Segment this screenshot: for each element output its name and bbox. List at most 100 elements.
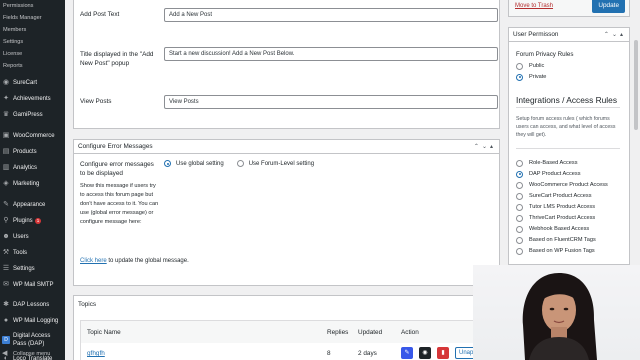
- delete-topic-button[interactable]: ▮: [437, 347, 449, 359]
- sidebar-item-label: Users: [13, 234, 29, 240]
- collapse-menu-label: Collapse menu: [13, 351, 51, 357]
- toggle-panel-icon[interactable]: ▴: [490, 144, 496, 150]
- sidebar-item-settings[interactable]: ☰ Settings: [0, 261, 65, 277]
- sidebar-item-label: Achievements: [13, 96, 51, 102]
- privacy-option-private[interactable]: Private: [516, 72, 546, 82]
- radio-thrivecart[interactable]: [516, 214, 523, 222]
- access-option-fluentcrm[interactable]: Based on FluentCRM Tags: [516, 235, 596, 245]
- use-forum-level-setting-radio[interactable]: [236, 160, 244, 167]
- sidebar-item-woocommerce[interactable]: ▣ WooCommerce: [0, 128, 65, 144]
- move-to-trash-link[interactable]: Move to Trash: [515, 3, 553, 9]
- access-option-wp-fusion[interactable]: Based on WP Fusion Tags: [516, 246, 595, 256]
- panel-controls[interactable]: ⌃⌄▴: [474, 140, 496, 154]
- radio-surecart[interactable]: [516, 192, 523, 200]
- error-messages-title: Configure Error Messages: [78, 143, 153, 150]
- sidebar-item-users[interactable]: ☻ Users: [0, 229, 65, 245]
- submenu: Permissions Fields Manager Members Setti…: [0, 0, 65, 72]
- sidebar-item-label: Digital Access Pass (DAP): [13, 333, 51, 347]
- sidebar-item-products[interactable]: ▤ Products: [0, 144, 65, 160]
- radio-fluentcrm[interactable]: [516, 236, 523, 244]
- sidebar-item-label: WP Mail SMTP: [13, 282, 54, 288]
- trash-icon: ▮: [441, 350, 445, 356]
- submenu-item-reports[interactable]: Reports: [0, 60, 65, 72]
- submenu-item-permissions[interactable]: Permissions: [0, 0, 65, 12]
- view-posts-input[interactable]: View Posts: [164, 95, 498, 109]
- radio-wp-fusion[interactable]: [516, 247, 523, 255]
- topic-name-link[interactable]: gfhgfh: [87, 350, 105, 357]
- sidebar-item-wp-mail-logging[interactable]: ● WP Mail Logging: [0, 313, 65, 329]
- pencil-icon: ✎: [404, 350, 410, 356]
- submenu-item-fields-manager[interactable]: Fields Manager: [0, 12, 65, 24]
- sidebar-item-marketing[interactable]: ◈ Marketing: [0, 176, 65, 192]
- error-messages-header: Configure Error Messages ⌃⌄▴: [74, 140, 499, 154]
- move-up-icon[interactable]: ⌃: [474, 144, 482, 150]
- update-button[interactable]: Update: [592, 0, 625, 13]
- view-topic-button[interactable]: ◉: [419, 347, 431, 359]
- sidebar-item-dap-lessons[interactable]: ✱ DAP Lessons: [0, 297, 65, 313]
- access-option-label: DAP Product Access: [529, 171, 581, 177]
- submenu-item-settings[interactable]: Settings: [0, 36, 65, 48]
- radio-webhook[interactable]: [516, 225, 523, 233]
- radio-woocommerce[interactable]: [516, 181, 523, 189]
- click-here-link[interactable]: Click here: [80, 258, 107, 264]
- access-option-tutor-lms[interactable]: Tutor LMS Product Access: [516, 202, 595, 212]
- radio-tutor-lms[interactable]: [516, 203, 523, 211]
- page-scrollbar[interactable]: [632, 0, 640, 265]
- sidebar-item-surecart[interactable]: ◉ SureCart: [0, 75, 65, 91]
- access-option-label: Tutor LMS Product Access: [529, 204, 596, 210]
- access-option-webhook[interactable]: Webhook Based Access: [516, 224, 589, 234]
- sidebar-item-plugins[interactable]: ⚲ Plugins 1: [0, 213, 65, 229]
- submenu-item-license[interactable]: License: [0, 48, 65, 60]
- sidebar-item-wp-mail-smtp[interactable]: ✉ WP Mail SMTP: [0, 277, 65, 293]
- access-option-role-based[interactable]: Role-Based Access: [516, 158, 578, 168]
- forum-settings-panel: Add Post Text Add a New Post Title displ…: [73, 0, 500, 129]
- plugins-icon: ⚲: [3, 217, 9, 224]
- sidebar-item-achievements[interactable]: ✦ Achievements: [0, 91, 65, 107]
- sidebar-item-label: Settings: [13, 266, 35, 272]
- access-option-dap-product[interactable]: DAP Product Access: [516, 169, 581, 179]
- radio-dap-product[interactable]: [516, 170, 523, 178]
- global-message-link-row: Click here to update the global message.: [80, 258, 189, 264]
- sidebar-item-label: Marketing: [13, 181, 40, 187]
- integrations-divider-2: [516, 148, 620, 149]
- column-replies: Replies: [327, 329, 349, 336]
- sidebar-item-tools[interactable]: ⚒ Tools: [0, 245, 65, 261]
- plugins-update-badge: 1: [34, 218, 42, 224]
- add-new-post-title-input[interactable]: Start a new discussion! Add a New Post B…: [164, 47, 498, 61]
- collapse-menu-button[interactable]: ◀ Collapse menu: [0, 348, 50, 360]
- submenu-item-members[interactable]: Members: [0, 24, 65, 36]
- toggle-panel-icon[interactable]: ▴: [620, 32, 626, 38]
- use-global-setting-radio[interactable]: [164, 160, 171, 167]
- radio-public[interactable]: [516, 62, 523, 70]
- sidebar-item-label: GamiPress: [13, 112, 43, 118]
- collapse-icon: ◀: [2, 350, 8, 357]
- access-option-surecart[interactable]: SureCart Product Access: [516, 191, 592, 201]
- radio-private[interactable]: [516, 73, 523, 81]
- sidebar-item-appearance[interactable]: ✎ Appearance: [0, 197, 65, 213]
- edit-topic-button[interactable]: ✎: [401, 347, 413, 359]
- privacy-option-label: Public: [529, 63, 545, 69]
- move-down-icon[interactable]: ⌄: [612, 32, 620, 38]
- radio-role-based[interactable]: [516, 159, 523, 167]
- privacy-option-public[interactable]: Public: [516, 61, 544, 71]
- topics-header: Topics: [74, 296, 499, 314]
- user-permission-header: User Permisson ⌃⌄▴: [509, 28, 629, 42]
- move-down-icon[interactable]: ⌄: [482, 144, 490, 150]
- topics-table: Topic Name Replies Updated Action gfhgfh…: [80, 320, 493, 360]
- sidebar-item-analytics[interactable]: ▥ Analytics: [0, 160, 65, 176]
- access-option-label: Webhook Based Access: [529, 226, 590, 232]
- panel-controls[interactable]: ⌃⌄▴: [604, 28, 626, 42]
- mail-logging-icon: ●: [3, 317, 9, 324]
- access-option-label: SureCart Product Access: [529, 193, 592, 199]
- sidebar-item-gamipress[interactable]: ♛ GamiPress: [0, 107, 65, 123]
- access-option-woocommerce[interactable]: WooCommerce Product Access: [516, 180, 608, 190]
- scrollbar-thumb[interactable]: [634, 40, 638, 130]
- move-up-icon[interactable]: ⌃: [604, 32, 612, 38]
- add-post-text-input[interactable]: Add a New Post: [164, 8, 498, 22]
- topic-updated: 2 days: [358, 350, 377, 357]
- access-option-thrivecart[interactable]: ThriveCart Product Access: [516, 213, 595, 223]
- column-updated: Updated: [358, 329, 383, 336]
- sidebar-item-label: Tools: [13, 250, 28, 256]
- error-help-text: Show this message if users try to access…: [80, 183, 159, 225]
- access-option-label: Based on FluentCRM Tags: [529, 237, 596, 243]
